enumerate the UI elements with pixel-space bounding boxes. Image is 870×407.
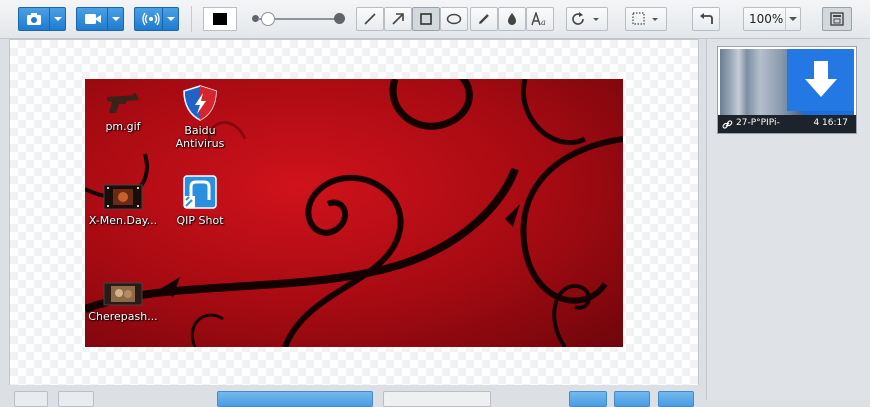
bottom-action-2[interactable]: [614, 391, 650, 407]
broadcast-icon: [142, 12, 160, 26]
zoom-select[interactable]: 100%: [743, 7, 801, 31]
rectangle-icon: [420, 13, 432, 25]
icon-label: Baidu: [184, 124, 216, 137]
bottom-bar: [0, 385, 706, 407]
bottom-secondary-button[interactable]: [383, 391, 491, 407]
rectangle-tool-button[interactable]: [412, 7, 440, 31]
droplet-icon: [508, 13, 516, 25]
icon-label-line2: Antivirus: [175, 137, 225, 150]
desktop-icon-pm-gif[interactable]: pm.gif: [85, 85, 161, 133]
line-tool-button[interactable]: [356, 7, 384, 31]
zoom-dropdown-arrow[interactable]: [785, 8, 800, 30]
download-tile: [787, 49, 854, 111]
desktop-icon-xmen[interactable]: X-Men.Day...: [85, 183, 161, 227]
left-margin: [0, 39, 9, 400]
bottom-button-2[interactable]: [58, 391, 94, 407]
video-thumbnail-icon: [103, 184, 143, 210]
gun-image-icon: [107, 93, 139, 113]
selection-button[interactable]: [625, 7, 667, 31]
arrow-tool-button[interactable]: [384, 7, 412, 31]
icon-label: pm.gif: [105, 120, 141, 133]
video-thumbnail-icon: [103, 282, 143, 306]
desktop-icon-qip-shot[interactable]: QIP Shot: [162, 175, 238, 227]
icon-label: QIP Shot: [176, 214, 224, 227]
bottom-action-3[interactable]: [658, 391, 694, 407]
video-record-button[interactable]: [76, 7, 124, 31]
undo-button[interactable]: [692, 7, 720, 31]
history-sidebar: 27-P°PIPi- 4 16:17: [706, 39, 870, 400]
color-picker[interactable]: [203, 7, 237, 31]
icon-label: X-Men.Day...: [88, 214, 158, 227]
download-arrow-icon: [805, 61, 837, 97]
video-camera-icon: [85, 14, 101, 24]
zoom-value: 100%: [749, 12, 784, 26]
broadcast-dropdown[interactable]: [162, 8, 178, 30]
history-thumbnail[interactable]: 27-P°PIPi- 4 16:17: [717, 46, 857, 134]
link-icon: [722, 120, 733, 129]
thickness-max-dot: [334, 13, 345, 24]
panel-icon: [830, 12, 844, 26]
pencil-icon: [479, 14, 489, 24]
thumbnail-caption: 27-P°PIPi- 4 16:17: [718, 115, 856, 133]
bottom-button-1[interactable]: [14, 391, 48, 407]
bottom-action-1[interactable]: [569, 391, 607, 407]
qip-shot-icon: [183, 175, 217, 209]
history-panel-toggle[interactable]: [822, 7, 852, 31]
ellipse-icon: [446, 13, 462, 25]
current-color-swatch: [213, 13, 227, 25]
thumbnail-time: 4 16:17: [813, 118, 848, 128]
separator: [191, 6, 192, 32]
pencil-tool-button[interactable]: [470, 7, 498, 31]
main-toolbar: a 100%: [0, 0, 870, 39]
ellipse-tool-button[interactable]: [440, 7, 468, 31]
desktop-icon-cherepash[interactable]: Cherepash...: [85, 281, 161, 323]
dotted-selection-icon: [632, 12, 658, 25]
thickness-slider-handle[interactable]: [261, 12, 275, 26]
broadcast-button[interactable]: [134, 7, 179, 31]
svg-text:a: a: [541, 18, 546, 26]
screenshot-button[interactable]: [18, 7, 66, 31]
screenshot-dropdown[interactable]: [49, 8, 65, 30]
text-tool-button[interactable]: a: [526, 7, 554, 31]
undo-icon: [700, 13, 713, 24]
bottom-upload-button[interactable]: [217, 391, 373, 407]
shield-icon: [183, 85, 217, 121]
blur-tool-button[interactable]: [498, 7, 526, 31]
camera-icon: [27, 13, 41, 25]
desktop-icon-baidu-antivirus[interactable]: Baidu Antivirus: [162, 85, 238, 150]
rotate-button[interactable]: [566, 7, 608, 31]
video-dropdown[interactable]: [107, 8, 123, 30]
captured-screenshot[interactable]: pm.gif Baidu Antivirus X-Men.Day... QIP …: [85, 79, 623, 347]
line-icon: [364, 13, 376, 25]
text-icon: a: [531, 12, 546, 26]
rotate-icon: [572, 12, 599, 25]
arrow-icon: [392, 13, 404, 25]
icon-label: Cherepash...: [88, 310, 158, 323]
thumbnail-image: [720, 49, 854, 117]
thumbnail-name: 27-P°PIPi-: [736, 118, 780, 128]
